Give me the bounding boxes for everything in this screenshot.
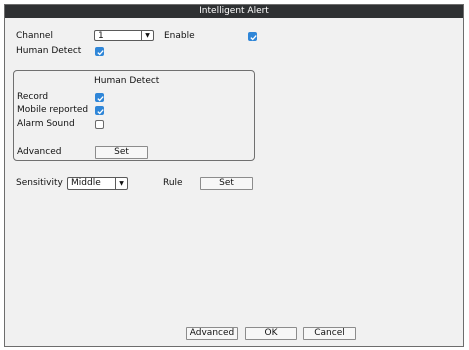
- dialog-title: Intelligent Alert: [5, 5, 463, 18]
- ok-button[interactable]: OK: [245, 327, 297, 340]
- rule-label: Rule: [163, 178, 183, 188]
- advanced-set-button[interactable]: Set: [95, 146, 148, 159]
- check-icon: [97, 96, 104, 102]
- sensitivity-select[interactable]: Middle ▼: [67, 177, 128, 190]
- human-detect-group: Human Detect Record Mobile reported Alar…: [13, 70, 255, 161]
- mobile-reported-checkbox[interactable]: [95, 106, 104, 115]
- channel-label: Channel: [16, 31, 53, 41]
- advanced-button[interactable]: Advanced: [186, 327, 238, 340]
- human-detect-label: Human Detect: [16, 46, 82, 56]
- intelligent-alert-dialog: Intelligent Alert Channel 1 ▼ Enable Hum…: [4, 4, 464, 347]
- mobile-reported-label: Mobile reported: [17, 105, 89, 115]
- record-label: Record: [17, 92, 49, 102]
- enable-label: Enable: [164, 31, 195, 41]
- record-checkbox[interactable]: [95, 93, 104, 102]
- rule-set-button[interactable]: Set: [200, 177, 253, 190]
- advanced-label: Advanced: [17, 147, 62, 157]
- enable-checkbox[interactable]: [248, 32, 257, 41]
- alarm-sound-checkbox[interactable]: [95, 120, 104, 129]
- check-icon: [97, 50, 104, 56]
- chevron-down-icon: ▼: [141, 31, 153, 40]
- human-detect-checkbox[interactable]: [95, 47, 104, 56]
- sensitivity-label: Sensitivity: [16, 178, 63, 188]
- alarm-sound-label: Alarm Sound: [17, 119, 75, 129]
- group-title: Human Detect: [94, 76, 160, 86]
- chevron-down-icon: ▼: [115, 178, 127, 189]
- sensitivity-value: Middle: [71, 178, 101, 188]
- channel-value: 1: [98, 31, 104, 41]
- check-icon: [250, 35, 257, 41]
- check-icon: [97, 109, 104, 115]
- channel-select[interactable]: 1 ▼: [94, 30, 154, 41]
- cancel-button[interactable]: Cancel: [303, 327, 356, 340]
